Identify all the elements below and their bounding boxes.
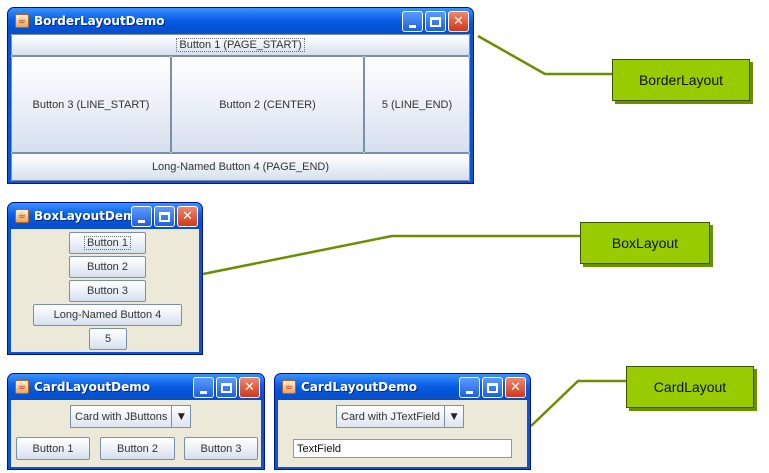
box-button-label: Long-Named Button 4 — [53, 309, 162, 321]
close-icon[interactable]: ✕ — [505, 377, 526, 398]
java-cup-icon: ☕ — [15, 209, 29, 223]
minimize-icon[interactable] — [402, 11, 423, 32]
border-layout-callout-label: BorderLayout — [638, 72, 724, 88]
box-layout-window: ☕ BoxLayoutDemo ✕ Button 1 Button 2 Butt… — [7, 202, 203, 355]
card-layout-window-buttons: ☕ CardLayoutDemo ✕ Card with JButtons ▼ … — [7, 373, 265, 470]
card-leader-line — [530, 379, 626, 427]
border-window-titlebar[interactable]: ☕ BorderLayoutDemo ✕ — [8, 8, 473, 34]
close-icon[interactable]: ✕ — [177, 206, 198, 227]
card-layout-callout: CardLayout — [626, 366, 754, 408]
card-window-titlebar[interactable]: ☕ CardLayoutDemo ✕ — [8, 374, 264, 400]
java-cup-icon: ☕ — [282, 380, 296, 394]
box-button-3[interactable]: Button 3 — [69, 280, 146, 302]
card-window-titlebar[interactable]: ☕ CardLayoutDemo ✕ — [275, 374, 530, 400]
maximize-icon[interactable] — [482, 377, 503, 398]
java-cup-icon: ☕ — [15, 14, 29, 28]
card-selector-combo[interactable]: Card with JTextField ▼ — [336, 405, 465, 428]
page-end-button[interactable]: Long-Named Button 4 (PAGE_END) — [11, 153, 470, 181]
line-end-button[interactable]: 5 (LINE_END) — [364, 56, 470, 153]
close-icon[interactable]: ✕ — [239, 377, 260, 398]
card-layout-callout-label: CardLayout — [653, 379, 727, 395]
box-layout-callout: BoxLayout — [580, 222, 710, 264]
center-button[interactable]: Button 2 (CENTER) — [171, 56, 364, 153]
minimize-icon[interactable] — [459, 377, 480, 398]
box-button-4[interactable]: Long-Named Button 4 — [33, 304, 182, 326]
maximize-icon[interactable] — [216, 377, 237, 398]
box-button-5[interactable]: 5 — [89, 328, 127, 350]
combo-selected-value: Card with JButtons — [70, 405, 172, 428]
java-cup-icon: ☕ — [15, 380, 29, 394]
card-window-content: Card with JTextField ▼ TextField — [278, 400, 527, 467]
border-layout-callout: BorderLayout — [612, 59, 750, 101]
box-button-1[interactable]: Button 1 — [69, 232, 146, 254]
card-window-content: Card with JButtons ▼ Button 1 Button 2 B… — [11, 400, 261, 467]
window-title: BorderLayoutDemo — [34, 14, 165, 28]
box-button-label: Button 1 — [84, 236, 131, 250]
window-title: CardLayoutDemo — [34, 380, 150, 394]
box-layout-callout-label: BoxLayout — [611, 235, 679, 251]
page-start-button[interactable]: Button 1 (PAGE_START) — [11, 34, 470, 56]
card-button-label: Button 2 — [117, 442, 158, 455]
card-layout-window-textfield: ☕ CardLayoutDemo ✕ Card with JTextField … — [274, 373, 531, 470]
box-leader-line — [202, 234, 580, 276]
box-window-titlebar[interactable]: ☕ BoxLayoutDemo ✕ — [8, 203, 202, 229]
box-window-content: Button 1 Button 2 Button 3 Long-Named Bu… — [11, 229, 199, 352]
card-button-label: Button 1 — [32, 442, 74, 455]
card-selector-combo[interactable]: Card with JButtons ▼ — [70, 405, 192, 428]
border-window-content: Button 1 (PAGE_START) Button 3 (LINE_STA… — [11, 34, 470, 181]
page-end-button-label: Long-Named Button 4 (PAGE_END) — [151, 161, 330, 173]
maximize-icon[interactable] — [154, 206, 175, 227]
box-button-2[interactable]: Button 2 — [69, 256, 146, 278]
border-leader-line — [477, 34, 612, 76]
chevron-down-icon[interactable]: ▼ — [171, 405, 192, 428]
box-button-label: Button 2 — [87, 261, 128, 273]
card-button-2[interactable]: Button 2 — [100, 437, 175, 460]
line-end-button-label: 5 (LINE_END) — [381, 98, 453, 111]
box-button-label: Button 3 — [87, 285, 128, 297]
card-button-1[interactable]: Button 1 — [16, 437, 90, 460]
minimize-icon[interactable] — [131, 206, 152, 227]
minimize-icon[interactable] — [193, 377, 214, 398]
card-button-label: Button 3 — [200, 442, 242, 455]
maximize-icon[interactable] — [425, 11, 446, 32]
card-button-3[interactable]: Button 3 — [184, 437, 258, 460]
box-button-label: 5 — [104, 333, 112, 345]
combo-selected-value: Card with JTextField — [336, 405, 445, 428]
close-icon[interactable]: ✕ — [448, 11, 469, 32]
window-title: BoxLayoutDemo — [34, 209, 144, 223]
line-start-button[interactable]: Button 3 (LINE_START) — [11, 56, 171, 153]
window-title: CardLayoutDemo — [301, 380, 417, 394]
text-field-value: TextField — [297, 442, 342, 455]
page-start-button-label: Button 1 (PAGE_START) — [176, 38, 305, 52]
chevron-down-icon[interactable]: ▼ — [444, 405, 465, 428]
line-start-button-label: Button 3 (LINE_START) — [32, 98, 150, 111]
border-layout-window: ☕ BorderLayoutDemo ✕ Button 1 (PAGE_STAR… — [7, 7, 474, 184]
text-field[interactable]: TextField — [293, 439, 512, 458]
center-button-label: Button 2 (CENTER) — [219, 98, 316, 111]
